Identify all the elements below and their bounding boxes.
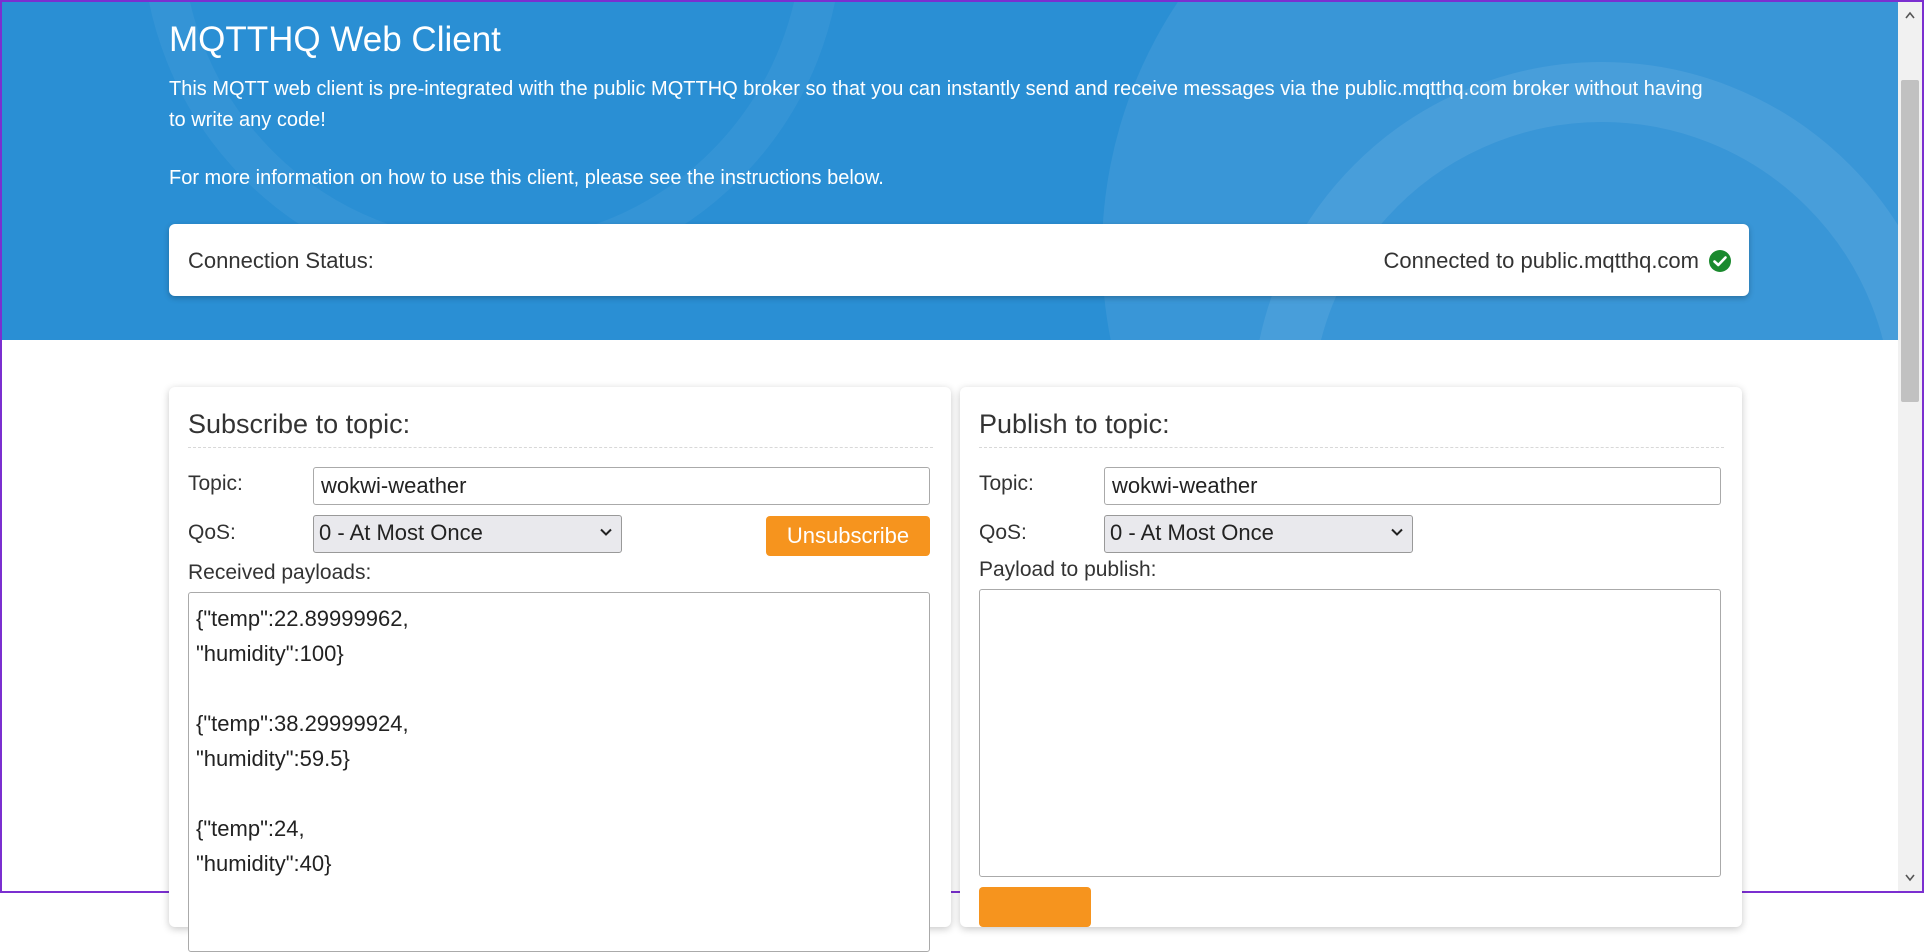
qos-selected-value: 0 - At Most Once bbox=[1110, 520, 1274, 545]
publish-title: Publish to topic: bbox=[979, 409, 1170, 439]
more-info-text: For more information on how to use this … bbox=[169, 167, 884, 189]
subscribe-topic-input[interactable] bbox=[313, 467, 930, 505]
divider bbox=[188, 447, 933, 448]
qos-label: QoS: bbox=[188, 521, 236, 544]
publish-panel: Publish to topic: Topic: QoS: 0 - At Mos… bbox=[960, 387, 1742, 927]
unsubscribe-button[interactable]: Unsubscribe bbox=[766, 516, 930, 556]
connection-status-card: Connection Status: Connected to public.m… bbox=[169, 224, 1749, 296]
publish-button[interactable] bbox=[979, 887, 1091, 927]
subscribe-qos-select[interactable]: 0 - At Most Once bbox=[313, 515, 622, 553]
header-banner: MQTTHQ Web Client This MQTT web client i… bbox=[2, 2, 1898, 340]
scroll-down-icon[interactable] bbox=[1904, 871, 1916, 883]
publish-topic-input[interactable] bbox=[1104, 467, 1721, 505]
payload-to-publish-label: Payload to publish: bbox=[979, 558, 1157, 581]
qos-label: QoS: bbox=[979, 521, 1027, 544]
subscribe-panel: Subscribe to topic: Topic: QoS: 0 - At M… bbox=[169, 387, 951, 952]
page-title: MQTTHQ Web Client bbox=[169, 20, 501, 59]
page-description: This MQTT web client is pre-integrated w… bbox=[169, 78, 1703, 131]
publish-qos-select[interactable]: 0 - At Most Once bbox=[1104, 515, 1413, 553]
scrollbar-thumb[interactable] bbox=[1901, 80, 1919, 402]
received-payloads-box[interactable]: {"temp":22.89999962, "humidity":100} {"t… bbox=[188, 592, 930, 952]
subscribe-title: Subscribe to topic: bbox=[188, 409, 411, 439]
publish-payload-input[interactable] bbox=[979, 589, 1721, 877]
topic-label: Topic: bbox=[188, 472, 243, 495]
connection-status-label: Connection Status: bbox=[188, 248, 374, 273]
vertical-scrollbar[interactable] bbox=[1898, 2, 1922, 891]
qos-selected-value: 0 - At Most Once bbox=[319, 520, 483, 545]
scroll-up-icon[interactable] bbox=[1904, 10, 1916, 22]
divider bbox=[979, 447, 1724, 448]
received-payloads-label: Received payloads: bbox=[188, 561, 372, 584]
check-circle-icon bbox=[1709, 250, 1731, 272]
topic-label: Topic: bbox=[979, 472, 1034, 495]
connection-status-value: Connected to public.mqtthq.com bbox=[1383, 248, 1699, 273]
